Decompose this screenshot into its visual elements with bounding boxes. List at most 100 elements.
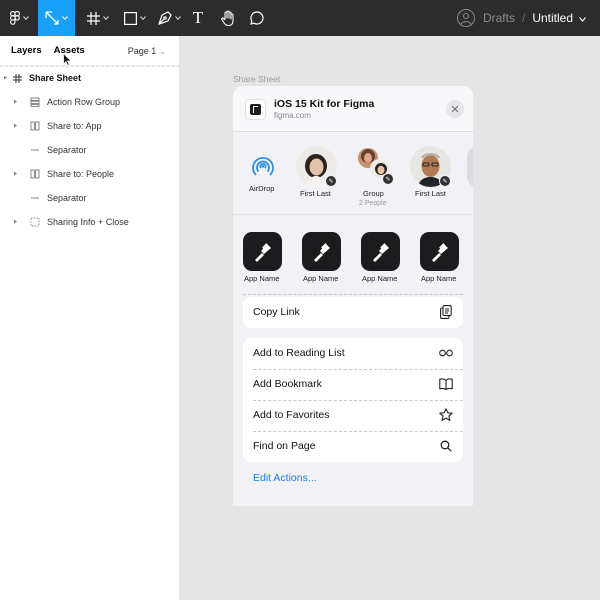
edit-actions-link[interactable]: Edit Actions... <box>253 472 317 484</box>
layer-share-to-app[interactable]: ▸ Share to: App <box>0 114 180 138</box>
panel-tabs: Layers Assets Page 1 ⌄ <box>0 36 179 66</box>
star-icon <box>439 408 453 422</box>
hand-tool-button[interactable] <box>215 0 241 36</box>
columns-layout-icon <box>30 121 40 131</box>
layer-share-sheet[interactable]: ▸ Share Sheet <box>0 66 180 90</box>
text-tool-button[interactable]: T <box>186 0 210 36</box>
chevron-down-icon <box>62 16 68 20</box>
columns-layout-icon <box>30 169 40 179</box>
shape-tool-button[interactable] <box>116 0 154 36</box>
dashed-frame-icon <box>30 217 40 227</box>
app-badge-icon: ✎ <box>325 175 337 187</box>
chevron-down-icon <box>22 16 29 20</box>
layer-label: Sharing Info + Close <box>47 217 129 227</box>
chevron-down-icon <box>103 16 109 20</box>
page-select-label: Page 1 <box>127 46 157 56</box>
app-icon <box>243 232 282 271</box>
layer-share-to-people[interactable]: ▸ Share to: People <box>0 162 180 186</box>
share-sheet-frame[interactable]: iOS 15 Kit for Figma figma.com ✕ AirDrop… <box>233 86 473 506</box>
line-icon <box>30 145 40 155</box>
tab-layers[interactable]: Layers <box>11 45 42 56</box>
add-bookmark-action[interactable]: Add Bookmark <box>243 369 463 400</box>
pen-tool-button[interactable] <box>154 0 184 36</box>
layer-action-row-group[interactable]: ▸ Action Row Group <box>0 90 180 114</box>
user-avatar-icon[interactable] <box>456 9 475 27</box>
frame-hash-icon <box>87 11 100 25</box>
app-icon <box>361 232 400 271</box>
copy-link-group: Copy Link <box>243 297 463 328</box>
layers-panel: Layers Assets Page 1 ⌄ ▸ Share Sheet ▸ Ac… <box>0 36 180 600</box>
move-arrow-icon <box>45 11 59 25</box>
find-on-page-action[interactable]: Find on Page <box>243 431 463 462</box>
auto-layout-icon <box>30 97 40 107</box>
text-t-icon: T <box>192 8 204 27</box>
action-label: Find on Page <box>253 440 316 452</box>
move-tool-button[interactable] <box>38 0 75 36</box>
chevron-down-icon: ⌄ <box>159 47 166 56</box>
comment-tool-button[interactable] <box>245 0 269 36</box>
close-icon: ✕ <box>450 103 460 116</box>
layer-label: Action Row Group <box>47 97 121 107</box>
sharing-info-header: iOS 15 Kit for Figma figma.com ✕ <box>233 86 473 132</box>
expand-triangle-icon[interactable]: ▸ <box>14 218 17 225</box>
main-menu-button[interactable] <box>0 0 38 36</box>
group-target[interactable]: ✎ Group 2 People <box>353 132 397 214</box>
app-target[interactable]: App Name <box>361 232 401 292</box>
person-target[interactable]: ✎ First Last <box>406 132 454 212</box>
layer-separator[interactable]: Separator <box>0 138 180 162</box>
app-name: App Name <box>421 274 457 283</box>
file-title[interactable]: Untitled <box>532 11 573 25</box>
figma-app-icon <box>246 100 265 119</box>
expand-triangle-icon[interactable]: ▸ <box>4 74 7 81</box>
add-to-reading-list-action[interactable]: Add to Reading List <box>243 338 463 369</box>
separator <box>243 294 463 295</box>
layer-label: Separator <box>47 145 87 155</box>
airdrop-target[interactable]: AirDrop <box>241 132 285 212</box>
app-badge-icon: ✎ <box>382 173 394 185</box>
chevron-down-icon[interactable] <box>579 11 586 25</box>
page-select[interactable]: Page 1 ⌄ <box>128 46 166 56</box>
expand-triangle-icon[interactable]: ▸ <box>14 170 17 177</box>
app-target[interactable]: App Name <box>420 232 460 292</box>
app-badge-icon: ✎ <box>439 175 451 187</box>
breadcrumb-drafts[interactable]: Drafts <box>483 11 515 25</box>
layer-label: Share to: People <box>47 169 115 179</box>
rectangle-icon <box>124 11 137 25</box>
mouse-cursor-icon <box>63 52 72 71</box>
person-target[interactable]: ✎ First Last <box>293 132 341 212</box>
glasses-icon <box>439 346 453 360</box>
person-avatar-partial[interactable] <box>467 147 473 187</box>
group-name: Group <box>363 189 384 198</box>
line-icon <box>30 193 40 203</box>
shared-item-url: figma.com <box>274 111 311 120</box>
close-button[interactable]: ✕ <box>446 100 464 118</box>
figma-logo-icon <box>9 11 20 25</box>
expand-triangle-icon[interactable]: ▸ <box>14 98 17 105</box>
action-label: Add to Reading List <box>253 347 345 359</box>
copy-doc-icon <box>439 305 453 319</box>
app-target[interactable]: App Name <box>302 232 342 292</box>
frame-label[interactable]: Share Sheet <box>233 74 280 84</box>
person-name: First Last <box>300 189 331 198</box>
copy-link-action[interactable]: Copy Link <box>243 297 463 328</box>
shared-item-title: iOS 15 Kit for Figma <box>274 98 375 110</box>
book-icon <box>439 377 453 391</box>
app-name: App Name <box>244 274 280 283</box>
pen-icon <box>157 11 172 25</box>
chevron-down-icon <box>174 16 181 20</box>
action-label: Copy Link <box>253 306 300 318</box>
layer-sharing-info-close[interactable]: ▸ Sharing Info + Close <box>0 210 180 234</box>
airdrop-label: AirDrop <box>249 184 275 193</box>
app-target[interactable]: App Name <box>243 232 283 292</box>
action-label: Add to Favorites <box>253 409 330 421</box>
layer-label: Share to: App <box>47 121 102 131</box>
layer-label: Separator <box>47 193 87 203</box>
search-icon <box>439 439 453 453</box>
share-to-people-row: AirDrop ✎ First Last ✎ Group 2 People ✎ … <box>233 132 473 214</box>
frame-tool-button[interactable] <box>80 0 116 36</box>
layer-separator[interactable]: Separator <box>0 186 180 210</box>
action-label: Add Bookmark <box>253 378 322 390</box>
add-to-favorites-action[interactable]: Add to Favorites <box>243 400 463 431</box>
expand-triangle-icon[interactable]: ▸ <box>14 122 17 129</box>
airdrop-icon <box>248 151 278 181</box>
